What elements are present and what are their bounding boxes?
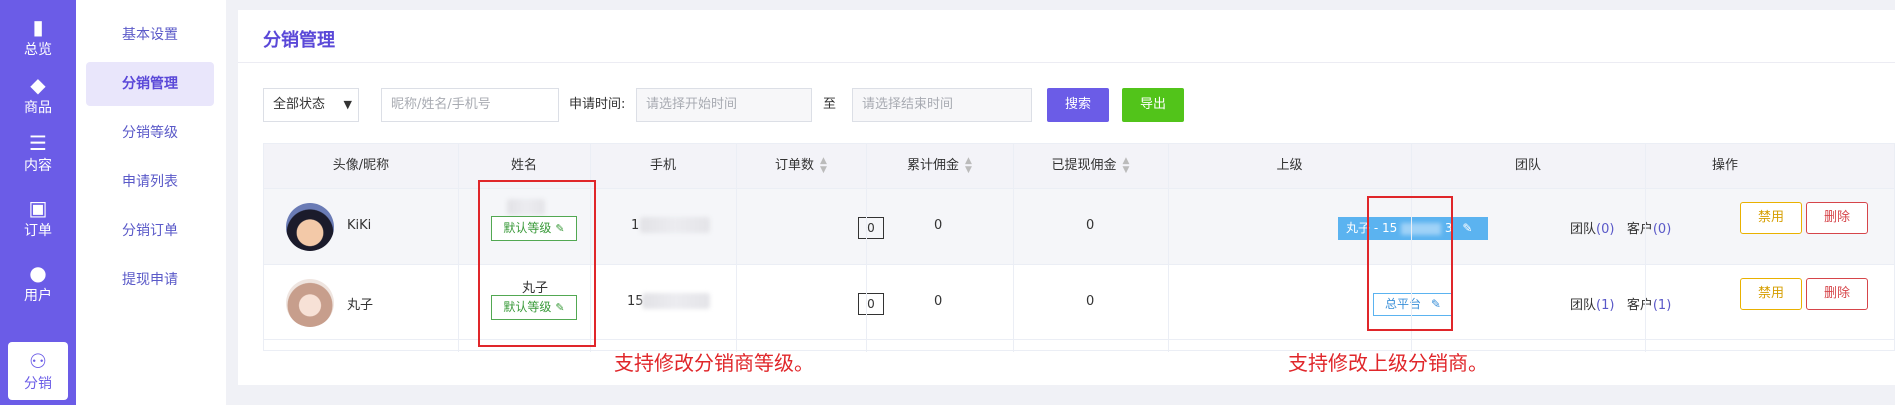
subnav-basic-settings[interactable]: 基本设置 xyxy=(86,13,214,57)
col-withdrawn-commission[interactable]: 已提现佣金 ▲ ▼ xyxy=(1013,144,1168,188)
main-nav-rail: ▮ 总览 ◆ 商品 ☰ 内容 ▣ 订单 ● 用户 ⚇ 分销 xyxy=(0,0,76,405)
annotation-level-note: 支持修改分销商等级。 xyxy=(614,351,814,375)
sort-icon: ▲ ▼ xyxy=(965,155,972,175)
title-divider xyxy=(238,62,1895,63)
col-avatar-nickname: 头像/昵称 xyxy=(332,158,390,173)
col-parent: 上级 xyxy=(1276,158,1303,173)
col-team: 团队 xyxy=(1514,158,1541,173)
wallet-icon: ▣ xyxy=(28,196,48,220)
status-select[interactable]: 全部状态 ▼ xyxy=(263,88,359,122)
nav-orders[interactable]: ▣ 订单 xyxy=(8,189,68,247)
team-label: 团队 xyxy=(1570,222,1597,237)
total-commission: 0 xyxy=(934,218,943,233)
subnav-distribution-level[interactable]: 分销等级 xyxy=(86,111,214,155)
subnav-apply-list[interactable]: 申请列表 xyxy=(86,160,214,204)
apply-time-label: 申请时间: xyxy=(569,97,626,112)
nav-label: 总览 xyxy=(24,42,52,58)
column-divider xyxy=(458,144,459,352)
annotation-parent-note: 支持修改上级分销商。 xyxy=(1288,351,1488,375)
shopping-bag-icon: ◆ xyxy=(30,73,46,97)
export-button[interactable]: 导出 xyxy=(1122,88,1184,122)
withdrawn-commission: 0 xyxy=(1086,218,1095,233)
col-order-count[interactable]: 订单数 ▲ ▼ xyxy=(736,144,866,188)
col-total-commission-label: 累计佣金 xyxy=(907,158,960,173)
sort-icon: ▲ ▼ xyxy=(820,155,827,175)
order-count[interactable]: 0 xyxy=(858,293,884,315)
team-info: 团队(1) 客户(1) xyxy=(1570,294,1671,313)
nav-overview[interactable]: ▮ 总览 xyxy=(8,8,68,66)
nav-products[interactable]: ◆ 商品 xyxy=(8,66,68,124)
nickname: 丸子 xyxy=(347,298,374,313)
list-icon: ☰ xyxy=(29,131,47,155)
nickname: KiKi xyxy=(347,218,372,233)
customer-count-link[interactable]: (0) xyxy=(1653,222,1671,237)
nav-label: 用户 xyxy=(24,288,52,304)
annotation-box-level xyxy=(478,180,596,347)
col-phone: 手机 xyxy=(649,158,676,173)
status-select-value: 全部状态 xyxy=(273,97,326,112)
end-date-input[interactable]: 请选择结束时间 xyxy=(852,88,1032,122)
nav-users[interactable]: ● 用户 xyxy=(8,254,68,312)
subnav-withdraw-apply[interactable]: 提现申请 xyxy=(86,258,214,302)
disable-button[interactable]: 禁用 xyxy=(1740,202,1802,234)
team-count-link[interactable]: (0) xyxy=(1596,222,1614,237)
delete-button[interactable]: 删除 xyxy=(1806,278,1868,310)
column-divider xyxy=(1168,144,1169,352)
nav-label: 分销 xyxy=(24,376,52,392)
nav-label: 订单 xyxy=(24,223,52,239)
customer-label: 客户 xyxy=(1626,298,1653,313)
delete-button[interactable]: 删除 xyxy=(1806,202,1868,234)
avatar xyxy=(286,279,334,327)
sub-nav: 基本设置 分销管理 分销等级 申请列表 分销订单 提现申请 xyxy=(76,0,226,405)
keyword-input[interactable]: 昵称/姓名/手机号 xyxy=(381,88,559,122)
range-to-label: 至 xyxy=(823,97,837,112)
nav-distribution[interactable]: ⚇ 分销 xyxy=(8,342,68,400)
column-divider xyxy=(866,144,867,352)
column-divider xyxy=(1645,144,1646,352)
users-icon: ⚇ xyxy=(29,349,47,373)
annotation-box-parent xyxy=(1367,196,1453,331)
customer-label: 客户 xyxy=(1626,222,1653,237)
order-count[interactable]: 0 xyxy=(858,217,884,239)
col-withdrawn-commission-label: 已提现佣金 xyxy=(1051,158,1117,173)
withdrawn-commission: 0 xyxy=(1086,294,1095,309)
col-order-count-label: 订单数 xyxy=(775,158,815,173)
subnav-distribution-orders[interactable]: 分销订单 xyxy=(86,209,214,253)
app-root: ▮ 总览 ◆ 商品 ☰ 内容 ▣ 订单 ● 用户 ⚇ 分销 基本设置 分销管理 … xyxy=(0,0,1895,405)
total-commission: 0 xyxy=(934,294,943,309)
phone-redacted xyxy=(640,217,710,233)
edit-icon: ✎ xyxy=(1462,221,1473,235)
team-label: 团队 xyxy=(1570,298,1597,313)
bar-chart-icon: ▮ xyxy=(32,15,44,39)
col-total-commission[interactable]: 累计佣金 ▲ ▼ xyxy=(866,144,1013,188)
phone-redacted xyxy=(642,293,710,309)
column-divider xyxy=(736,144,737,352)
search-button[interactable]: 搜索 xyxy=(1047,88,1109,122)
user-icon: ● xyxy=(29,261,47,285)
column-divider xyxy=(1013,144,1014,352)
nav-content[interactable]: ☰ 内容 xyxy=(8,124,68,182)
nav-label: 内容 xyxy=(24,158,52,174)
nav-label: 商品 xyxy=(24,100,52,116)
avatar xyxy=(286,203,334,251)
disable-button[interactable]: 禁用 xyxy=(1740,278,1802,310)
main-panel: 分销管理 全部状态 ▼ 昵称/姓名/手机号 申请时间: 请选择开始时间 至 请选… xyxy=(238,10,1895,385)
page-title: 分销管理 xyxy=(263,30,335,51)
subnav-distribution-manage[interactable]: 分销管理 xyxy=(86,62,214,106)
sort-icon: ▲ ▼ xyxy=(1122,155,1130,175)
col-actions: 操作 xyxy=(1711,158,1738,173)
phone-prefix: 1 xyxy=(631,218,640,233)
chevron-down-icon: ▼ xyxy=(343,98,352,111)
customer-count-link[interactable]: (1) xyxy=(1653,298,1671,313)
start-date-input[interactable]: 请选择开始时间 xyxy=(636,88,812,122)
team-info: 团队(0) 客户(0) xyxy=(1570,218,1671,237)
team-count-link[interactable]: (1) xyxy=(1596,298,1614,313)
